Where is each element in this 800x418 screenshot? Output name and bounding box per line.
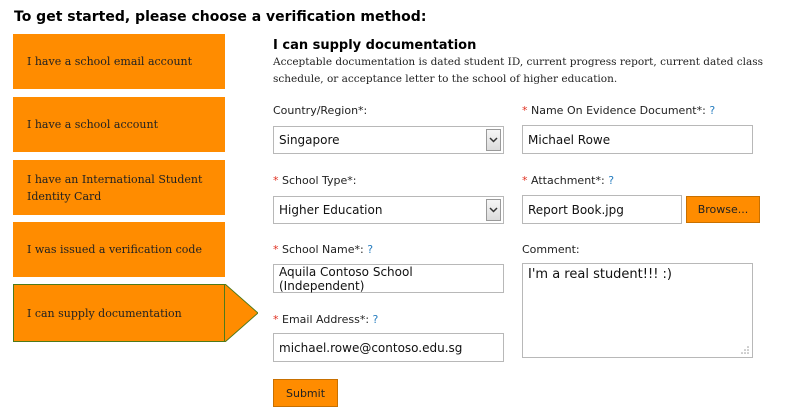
required-asterisk: * bbox=[522, 104, 528, 117]
email-value: michael.rowe@contoso.edu.sg bbox=[279, 340, 463, 355]
school-type-value: Higher Education bbox=[279, 203, 383, 217]
submit-button-label: Submit bbox=[285, 386, 326, 400]
evidence-name-label: * Name On Evidence Document*: ? bbox=[522, 104, 715, 117]
email-label-text: Email Address*: bbox=[282, 313, 370, 326]
evidence-name-value: Michael Rowe bbox=[528, 132, 611, 147]
resize-grip-icon[interactable] bbox=[741, 346, 749, 354]
required-asterisk: * bbox=[273, 313, 279, 326]
comment-label-text: Comment: bbox=[522, 243, 580, 256]
email-input[interactable]: michael.rowe@contoso.edu.sg bbox=[273, 333, 504, 362]
method-label: I can supply documentation bbox=[27, 306, 182, 320]
method-school-account[interactable]: I have a school account bbox=[13, 97, 225, 152]
comment-textarea[interactable]: I'm a real student!!! :) bbox=[522, 263, 753, 358]
page-heading: To get started, please choose a verifica… bbox=[14, 9, 427, 25]
attachment-input[interactable]: Report Book.jpg bbox=[522, 195, 682, 224]
attachment-label: * Attachment*: ? bbox=[522, 174, 614, 187]
help-icon[interactable]: ? bbox=[367, 243, 373, 256]
comment-value: I'm a real student!!! :) bbox=[528, 267, 672, 282]
evidence-name-label-text: Name On Evidence Document*: bbox=[531, 104, 706, 117]
method-school-email[interactable]: I have a school email account bbox=[13, 34, 225, 89]
browse-button-label: Browse... bbox=[697, 203, 749, 216]
country-value: Singapore bbox=[279, 133, 340, 147]
help-icon[interactable]: ? bbox=[709, 104, 715, 117]
email-label: * Email Address*: ? bbox=[273, 313, 378, 326]
country-select[interactable]: Singapore bbox=[273, 126, 504, 154]
help-icon[interactable]: ? bbox=[608, 174, 614, 187]
method-label: I have a school email account bbox=[27, 55, 193, 68]
required-asterisk: * bbox=[273, 174, 279, 187]
required-asterisk: * bbox=[273, 243, 279, 256]
school-name-value: Aquila Contoso School (Independent) bbox=[279, 264, 413, 293]
method-label: I have a school account bbox=[27, 118, 159, 131]
help-icon[interactable]: ? bbox=[373, 313, 379, 326]
method-label: I was issued a verification code bbox=[27, 243, 202, 256]
method-supply-documentation[interactable]: I can supply documentation bbox=[13, 284, 225, 342]
school-name-input[interactable]: Aquila Contoso School (Independent) bbox=[273, 264, 504, 293]
school-name-label-text: School Name*: bbox=[282, 243, 364, 256]
required-asterisk: * bbox=[522, 174, 528, 187]
school-name-label: * School Name*: ? bbox=[273, 243, 373, 256]
chevron-down-icon[interactable] bbox=[486, 199, 501, 221]
method-verification-code[interactable]: I was issued a verification code bbox=[13, 222, 225, 277]
school-type-label-text: School Type*: bbox=[282, 174, 357, 187]
selection-arrow-icon bbox=[225, 284, 258, 342]
country-label-text: Country/Region*: bbox=[273, 104, 368, 117]
chevron-down-icon[interactable] bbox=[486, 129, 501, 151]
attachment-label-text: Attachment*: bbox=[531, 174, 605, 187]
method-label: I have an International Student Identity… bbox=[27, 172, 203, 203]
school-type-label: * School Type*: bbox=[273, 174, 357, 187]
country-label: Country/Region*: bbox=[273, 104, 367, 117]
section-title: I can supply documentation bbox=[273, 38, 477, 53]
comment-label: Comment: bbox=[522, 243, 580, 256]
browse-button[interactable]: Browse... bbox=[686, 196, 760, 223]
method-student-id-card[interactable]: I have an International Student Identity… bbox=[13, 160, 225, 215]
attachment-value: Report Book.jpg bbox=[528, 202, 624, 217]
submit-button[interactable]: Submit bbox=[273, 379, 338, 407]
school-type-select[interactable]: Higher Education bbox=[273, 196, 504, 224]
section-description: Acceptable documentation is dated studen… bbox=[273, 56, 764, 85]
evidence-name-input[interactable]: Michael Rowe bbox=[522, 125, 753, 154]
